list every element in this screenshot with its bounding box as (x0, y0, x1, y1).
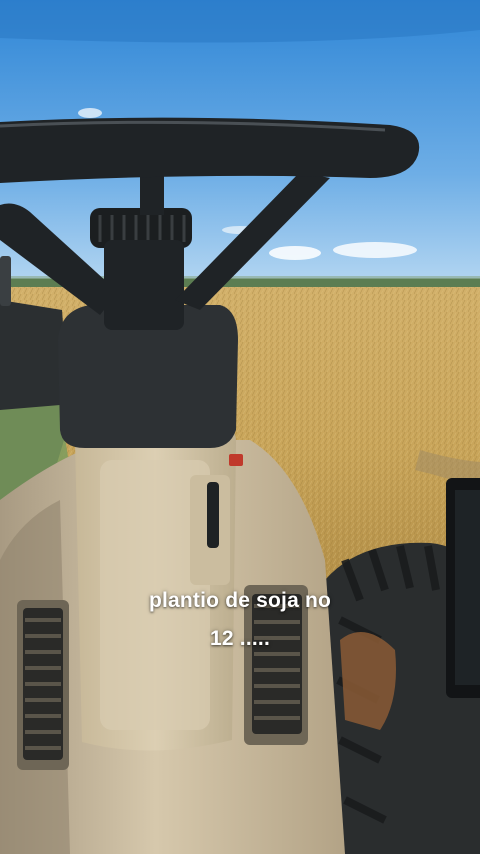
photo-scene (0, 0, 480, 854)
tilt-lever-handle (207, 482, 219, 548)
story-caption-line-1: plantio de soja no (148, 589, 332, 612)
display-screen (455, 490, 480, 685)
hub-stem (104, 240, 184, 330)
story-caption-line-2: 12 ..... (210, 627, 270, 650)
cloud (269, 246, 321, 260)
cab-roof-edge (0, 0, 480, 43)
mirror-bracket (0, 256, 11, 306)
air-vent-left (17, 600, 69, 770)
cloud (78, 108, 102, 118)
cloud (333, 242, 417, 258)
steering-spoke-center (140, 175, 164, 215)
red-indicator (229, 454, 243, 466)
